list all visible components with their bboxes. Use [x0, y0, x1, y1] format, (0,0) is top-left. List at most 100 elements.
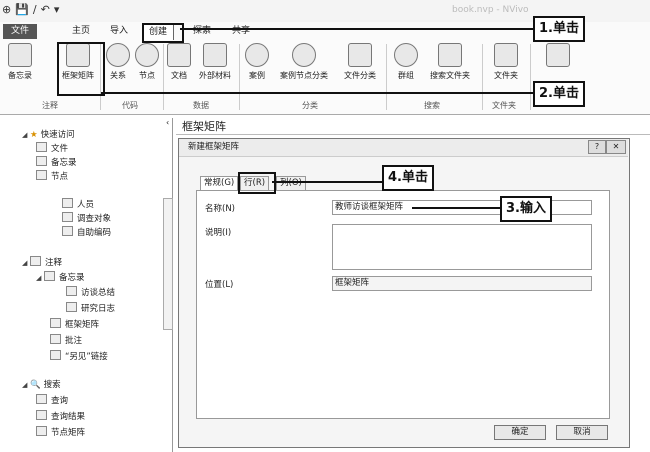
name-label: 名称(N)	[205, 204, 235, 214]
nav-node-matrix[interactable]: 节点矩阵	[36, 426, 85, 438]
search-folder-button[interactable]: 搜索文件夹	[422, 43, 478, 81]
tab-home[interactable]: 主页	[66, 24, 96, 39]
group-label-search: 搜索	[424, 101, 440, 110]
nav-see-also-links[interactable]: “另见”链接	[50, 350, 108, 362]
link-icon	[50, 350, 61, 360]
nav-queries[interactable]: 查询	[36, 394, 68, 406]
case-node-class-button[interactable]: 案例节点分类	[274, 43, 334, 81]
memo-button[interactable]: 备忘录	[0, 43, 40, 81]
nav-query-results[interactable]: 查询结果	[36, 410, 85, 422]
relationship-button[interactable]: 关系	[101, 43, 135, 81]
description-label: 说明(I)	[205, 228, 232, 238]
tab-columns[interactable]: 列(O)	[276, 176, 306, 190]
close-button[interactable]: ✕	[606, 140, 626, 154]
folder-label: 文件夹	[494, 71, 518, 80]
group-label-code: 代码	[122, 101, 138, 110]
group-icon	[394, 43, 418, 67]
notes-icon	[30, 256, 41, 266]
query-icon	[36, 394, 47, 404]
item-button[interactable]	[540, 43, 576, 70]
memo-icon	[44, 271, 55, 281]
grid-icon	[50, 318, 61, 328]
location-label: 位置(L)	[205, 280, 234, 290]
case-button[interactable]: 案例	[240, 43, 274, 81]
grid-icon	[36, 426, 47, 436]
callout-step-2: 2.单击	[533, 81, 585, 107]
expand-icon: ◢	[36, 274, 42, 282]
nav-scrollbar[interactable]	[163, 198, 173, 330]
group-separator	[482, 44, 483, 110]
query-results-icon	[36, 410, 47, 420]
callout-line	[412, 207, 500, 209]
customize-icon[interactable]: ▾	[54, 3, 60, 16]
tab-file[interactable]: 文件	[3, 24, 37, 39]
file-class-icon	[348, 43, 372, 67]
nav-item-nodes[interactable]: 节点	[36, 170, 68, 182]
external-label: 外部材料	[199, 71, 231, 80]
tab-explore[interactable]: 探索	[187, 24, 217, 39]
node-icon	[36, 170, 47, 180]
nav-search[interactable]: ◢ 🔍 搜索	[22, 378, 61, 390]
ok-button[interactable]: 确定	[494, 425, 546, 440]
relationship-label: 关系	[110, 71, 126, 80]
nav-annotations[interactable]: 批注	[50, 334, 82, 346]
quick-access-toolbar: ⊕ 💾 ∕ ↶ ▾	[2, 3, 59, 16]
callout-step-4: 4.单击	[382, 165, 434, 191]
cancel-button[interactable]: 取消	[556, 425, 608, 440]
nav-item-respondents[interactable]: 调查对象	[62, 212, 111, 224]
code-icon	[62, 226, 73, 236]
external-icon	[203, 43, 227, 67]
file-class-button[interactable]: 文件分类	[336, 43, 384, 81]
group-separator	[163, 44, 164, 110]
group-separator	[530, 44, 531, 110]
callout-line	[272, 181, 382, 183]
dialog-title-bar	[179, 139, 628, 157]
nav-framework-matrix[interactable]: 框架矩阵	[50, 318, 99, 330]
group-button[interactable]: 群组	[388, 43, 424, 81]
folder-button[interactable]: 文件夹	[486, 43, 526, 81]
person-icon	[62, 198, 73, 208]
external-button[interactable]: 外部材料	[192, 43, 238, 81]
item-icon	[546, 43, 570, 67]
nav-item-autocode[interactable]: 自助编码	[62, 226, 111, 238]
callout-step-3: 3.输入	[500, 196, 552, 222]
save-icon[interactable]: 💾	[15, 3, 29, 16]
node-icon	[135, 43, 159, 67]
memo-icon	[8, 43, 32, 67]
case-icon	[245, 43, 269, 67]
file-icon	[36, 142, 47, 152]
tab-share[interactable]: 共享	[226, 24, 256, 39]
help-button[interactable]: ?	[588, 140, 606, 154]
group-separator	[386, 44, 387, 110]
nav-quick-access[interactable]: ◢ ★ 快速访问	[22, 128, 75, 140]
content-divider	[176, 134, 650, 135]
search-folder-icon	[438, 43, 462, 67]
nav-memo-interview-summary[interactable]: 访谈总结	[66, 286, 115, 298]
case-class-icon	[292, 43, 316, 67]
star-icon: ★	[30, 130, 38, 140]
tab-general[interactable]: 常规(G)	[200, 176, 239, 190]
tab-import[interactable]: 导入	[104, 24, 134, 39]
collapse-nav-icon[interactable]: ‹	[166, 118, 169, 127]
description-textarea[interactable]	[332, 224, 592, 270]
highlight-framework-matrix	[57, 42, 105, 96]
document-button[interactable]: 文档	[164, 43, 194, 81]
expand-icon: ◢	[22, 259, 28, 267]
nav-item-files[interactable]: 文件	[36, 142, 68, 154]
node-button[interactable]: 节点	[132, 43, 162, 81]
app-icon[interactable]: ⊕	[2, 3, 11, 16]
group-label-notes: 注释	[42, 101, 58, 110]
nav-item-memos[interactable]: 备忘录	[36, 156, 77, 168]
document-icon	[66, 286, 77, 296]
nav-memo[interactable]: ◢ 备忘录	[36, 271, 85, 283]
document-title: book.nvp - NVivo	[452, 5, 529, 15]
undo-icon[interactable]: ↶	[41, 3, 50, 16]
nav-item-people[interactable]: 人员	[62, 198, 94, 210]
location-field: 框架矩阵	[332, 276, 592, 291]
nav-notes[interactable]: ◢ 注释	[22, 256, 62, 268]
person-icon	[62, 212, 73, 222]
pen-icon[interactable]: ∕	[33, 3, 37, 16]
nav-memo-research-log[interactable]: 研究日志	[66, 302, 115, 314]
group-label-folder: 文件夹	[492, 101, 516, 110]
search-icon: 🔍	[30, 380, 41, 390]
